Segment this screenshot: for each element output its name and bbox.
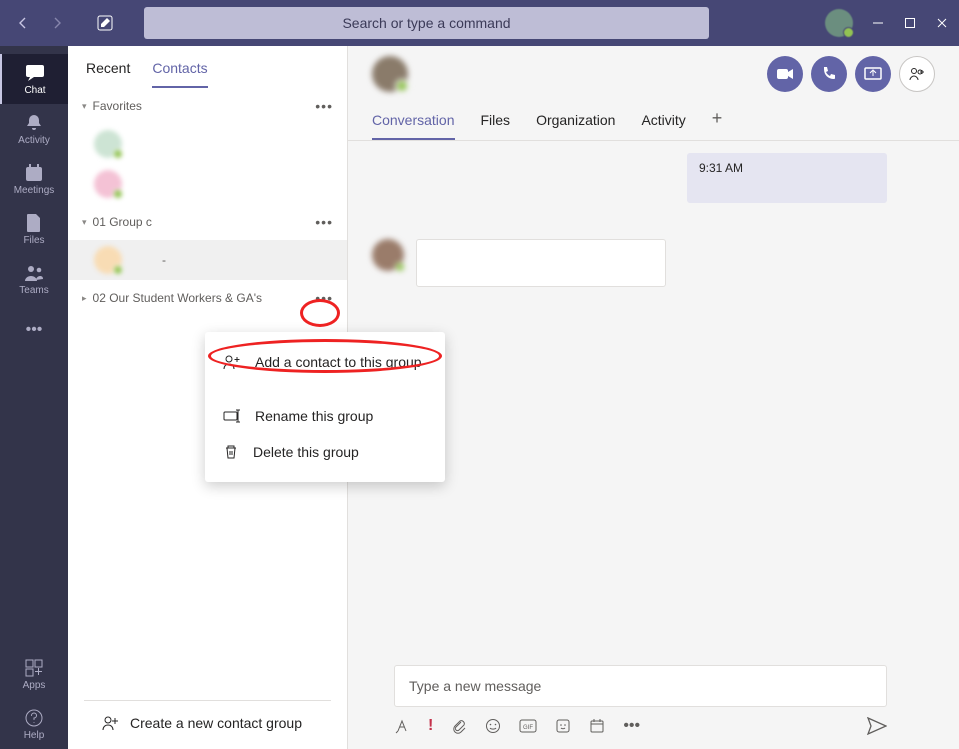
message-incoming[interactable] [416, 239, 666, 287]
add-tab-button[interactable]: + [712, 102, 723, 140]
minimize-button[interactable] [871, 16, 885, 30]
menu-label: Add a contact to this group [255, 354, 422, 370]
rail-label: Files [23, 235, 44, 246]
group-favorites[interactable]: ▾ Favorites ••• [68, 88, 347, 124]
avatar [94, 130, 122, 158]
create-group-button[interactable]: Create a new contact group [84, 700, 331, 749]
group-more-button[interactable]: ••• [315, 98, 333, 114]
tab-contacts[interactable]: Contacts [152, 60, 207, 88]
sticker-button[interactable] [555, 718, 571, 734]
titlebar: Search or type a command [0, 0, 959, 46]
contact-row[interactable] [68, 164, 347, 204]
person-add-icon [223, 354, 241, 370]
forward-button[interactable] [44, 10, 70, 36]
tab-conversation[interactable]: Conversation [372, 102, 455, 140]
rail-label: Activity [18, 135, 50, 146]
gif-button[interactable]: GIF [519, 719, 537, 733]
tab-files[interactable]: Files [481, 102, 511, 140]
people-add-icon [102, 715, 120, 731]
chevron-right-icon: ▸ [82, 293, 87, 304]
rail-help[interactable]: Help [0, 699, 68, 749]
rail-apps[interactable]: Apps [0, 649, 68, 699]
chevron-down-icon: ▾ [82, 217, 87, 228]
trash-icon [223, 444, 239, 460]
rename-icon [223, 409, 241, 423]
format-button[interactable] [394, 718, 410, 734]
rail-label: Chat [24, 85, 45, 96]
group-label: 01 Group c [93, 215, 152, 229]
chat-avatar[interactable] [372, 56, 408, 92]
contact-name: - [162, 253, 166, 267]
maximize-button[interactable] [903, 16, 917, 30]
avatar [94, 246, 122, 274]
rail-teams[interactable]: Teams [0, 254, 68, 304]
menu-delete-group[interactable]: Delete this group [205, 434, 445, 470]
emoji-button[interactable] [485, 718, 501, 734]
send-button[interactable] [867, 717, 887, 735]
menu-label: Delete this group [253, 444, 359, 460]
tab-recent[interactable]: Recent [86, 60, 130, 88]
group-label: Favorites [93, 99, 142, 113]
priority-button[interactable]: ! [428, 717, 433, 735]
rail-label: Teams [19, 285, 48, 296]
rail-label: Meetings [14, 185, 55, 196]
rail-files[interactable]: Files [0, 204, 68, 254]
context-menu: Add a contact to this group Rename this … [205, 332, 445, 482]
rail-label: Apps [23, 680, 46, 691]
close-button[interactable] [935, 16, 949, 30]
attach-button[interactable] [451, 718, 467, 734]
tab-organization[interactable]: Organization [536, 102, 615, 140]
menu-rename-group[interactable]: Rename this group [205, 398, 445, 434]
back-button[interactable] [10, 10, 36, 36]
group-label: 02 Our Student Workers & GA's [93, 291, 262, 305]
add-people-button[interactable] [899, 56, 935, 92]
contact-row[interactable] [68, 124, 347, 164]
audio-call-button[interactable] [811, 56, 847, 92]
schedule-meeting-button[interactable] [589, 718, 605, 734]
group-more-button[interactable]: ••• [315, 214, 333, 230]
create-group-label: Create a new contact group [130, 715, 302, 731]
menu-add-contact[interactable]: Add a contact to this group [205, 344, 445, 380]
rail-meetings[interactable]: Meetings [0, 154, 68, 204]
contact-row[interactable]: - [68, 240, 347, 280]
message-outgoing[interactable]: 9:31 AM [687, 153, 887, 203]
video-call-button[interactable] [767, 56, 803, 92]
share-screen-button[interactable] [855, 56, 891, 92]
menu-label: Rename this group [255, 408, 373, 424]
rail-activity[interactable]: Activity [0, 104, 68, 154]
rail-more[interactable]: ••• [0, 310, 68, 350]
chevron-down-icon: ▾ [82, 101, 87, 112]
message-timestamp: 9:31 AM [699, 161, 743, 175]
more-button[interactable]: ••• [623, 717, 640, 735]
group-01[interactable]: ▾ 01 Group c ••• [68, 204, 347, 240]
new-chat-button[interactable] [90, 8, 120, 38]
group-more-button[interactable]: ••• [315, 290, 333, 306]
rail-chat[interactable]: Chat [0, 54, 68, 104]
tab-activity[interactable]: Activity [641, 102, 685, 140]
search-input[interactable]: Search or type a command [144, 7, 709, 39]
rail-label: Help [24, 730, 45, 741]
svg-text:GIF: GIF [523, 725, 533, 731]
profile-avatar[interactable] [825, 9, 853, 37]
avatar [94, 170, 122, 198]
app-rail: Chat Activity Meetings Files Teams ••• A… [0, 46, 68, 749]
compose-input[interactable]: Type a new message [394, 665, 887, 707]
group-02[interactable]: ▸ 02 Our Student Workers & GA's ••• [68, 280, 347, 316]
message-avatar [372, 239, 404, 271]
